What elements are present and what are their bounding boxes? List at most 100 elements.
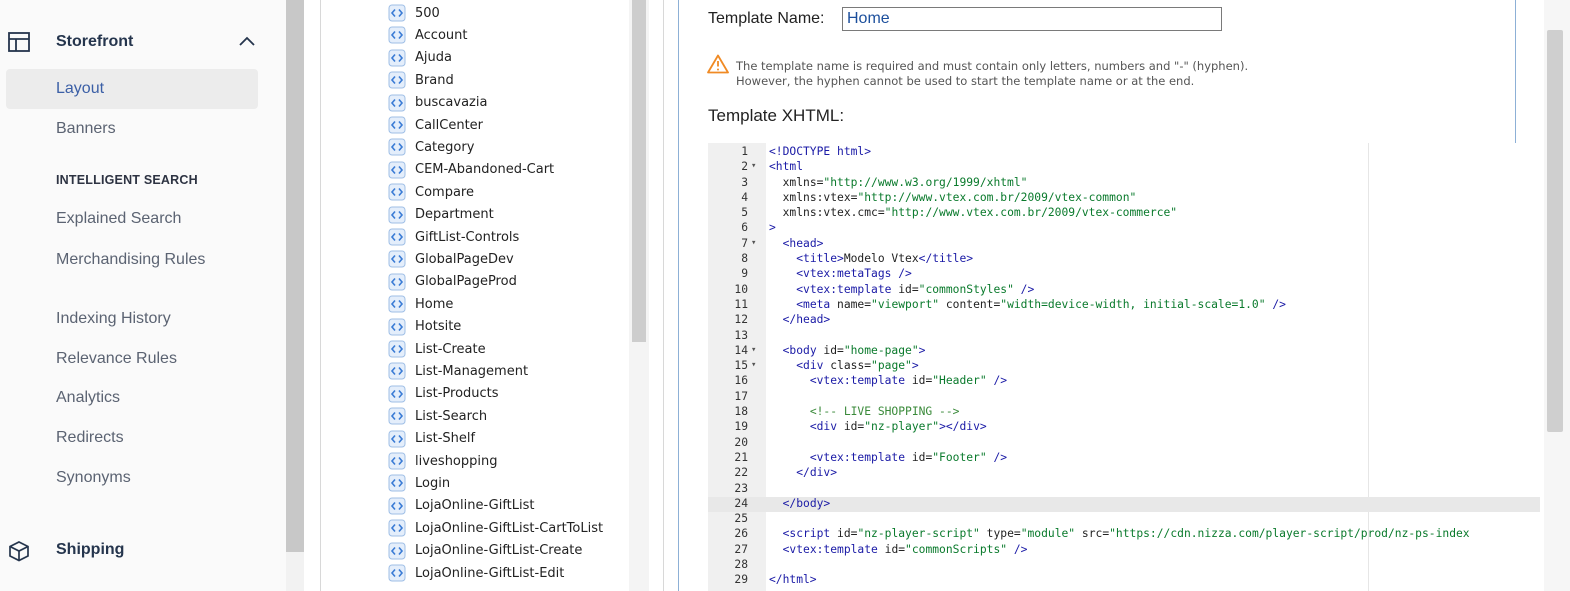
template-list-item[interactable]: GlobalPageProd	[388, 272, 517, 292]
code-editor[interactable]: 1 <!DOCTYPE html> 2 ▾ <html 3 xmlns="http://w…	[708, 143, 1540, 591]
template-list-item[interactable]: LojaOnline-GiftList-CartToList	[388, 518, 603, 538]
code-line[interactable]: 7 ▾ <head>	[708, 237, 1540, 252]
code-line[interactable]: 9 <vtex:metaTags />	[708, 267, 1540, 282]
template-list-item[interactable]: CEM-Abandoned-Cart	[388, 160, 554, 180]
code-text: >	[769, 221, 776, 234]
template-list-item[interactable]: Compare	[388, 182, 474, 202]
template-list-item[interactable]: Department	[388, 205, 494, 225]
code-file-icon	[388, 362, 406, 380]
template-xhtml-label: Template XHTML:	[708, 106, 845, 125]
template-list-item[interactable]: LojaOnline-GiftList	[388, 496, 535, 516]
code-line[interactable]: 4 xmlns:vtex="http://www.vtex.com.br/200…	[708, 191, 1540, 206]
code-line[interactable]: 28	[708, 558, 1540, 573]
template-list-item[interactable]: LojaOnline-GiftList-Create	[388, 541, 582, 561]
code-line[interactable]: 5 xmlns:vtex.cmc="http://www.vtex.com.br…	[708, 206, 1540, 221]
code-token: ></div>	[939, 420, 987, 434]
code-line[interactable]: 12 </head>	[708, 313, 1540, 328]
template-list-item[interactable]: 500	[388, 3, 440, 23]
code-line[interactable]: 6 >	[708, 221, 1540, 236]
code-line[interactable]: 29 </html>	[708, 573, 1540, 588]
code-line[interactable]: 15 ▾ <div class="page">	[708, 359, 1540, 374]
code-line[interactable]: 10 <vtex:template id="commonStyles" />	[708, 283, 1540, 298]
fold-toggle-icon[interactable]: ▾	[751, 345, 756, 355]
template-list-scrollbar-thumb[interactable]	[632, 0, 646, 342]
template-list-item-label: Home	[415, 296, 454, 312]
code-line[interactable]: 8 <title>Modelo Vtex</title>	[708, 252, 1540, 267]
sidebar-item-explained-search[interactable]: Explained Search	[56, 210, 181, 228]
template-list-item[interactable]: Hotsite	[388, 317, 461, 337]
template-list-item[interactable]: LojaOnline-GiftList-Edit	[388, 563, 564, 583]
fold-toggle-icon[interactable]: ▾	[751, 360, 756, 370]
sidebar-item-banners[interactable]: Banners	[56, 120, 116, 138]
code-line[interactable]: 1 <!DOCTYPE html>	[708, 145, 1540, 160]
template-list-item-label: LojaOnline-GiftList-Edit	[415, 565, 565, 581]
template-list-item[interactable]: CallCenter	[388, 115, 483, 135]
template-list-item[interactable]: Category	[388, 137, 474, 157]
code-line[interactable]: 21 <vtex:template id="Footer" />	[708, 451, 1540, 466]
template-list-item[interactable]: GlobalPageDev	[388, 249, 514, 269]
template-list-item-label: GlobalPageDev	[415, 251, 514, 267]
template-list-item[interactable]: liveshopping	[388, 451, 498, 471]
sidebar-item-indexing-history[interactable]: Indexing History	[56, 310, 171, 328]
code-line[interactable]: 11 <meta name="viewport" content="width=…	[708, 298, 1540, 313]
template-list-item[interactable]: List-Products	[388, 384, 499, 404]
code-line[interactable]: 18 <!-- LIVE SHOPPING -->	[708, 405, 1540, 420]
sidebar-item-analytics[interactable]: Analytics	[56, 389, 120, 407]
template-name-warning: The template name is required and must c…	[736, 59, 1248, 89]
code-line[interactable]: 26 <script id="nz-player-script" type="m…	[708, 527, 1540, 542]
sidebar-scrollbar-thumb[interactable]	[286, 0, 304, 552]
code-line[interactable]: 24 </body>	[708, 496, 1540, 513]
code-lines[interactable]: 1 <!DOCTYPE html> 2 ▾ <html 3 xmlns="http://w…	[708, 145, 1540, 589]
code-token: id=	[837, 527, 858, 541]
page-scrollbar-thumb[interactable]	[1547, 30, 1563, 432]
code-line[interactable]: 19 <div id="nz-player"></div>	[708, 420, 1540, 435]
code-line[interactable]: 13	[708, 329, 1540, 344]
chevron-up-icon[interactable]	[239, 36, 255, 46]
code-line[interactable]: 14 ▾ <body id="home-page">	[708, 344, 1540, 359]
template-list-item[interactable]: Ajuda	[388, 48, 452, 68]
template-name-input[interactable]	[842, 7, 1222, 31]
code-line[interactable]: 3 xmlns="http://www.w3.org/1999/xhtml"	[708, 176, 1540, 191]
code-token: "home-page"	[843, 343, 919, 357]
code-line[interactable]: 2 ▾ <html	[708, 160, 1540, 175]
template-list-item[interactable]: List-Management	[388, 361, 528, 381]
sidebar-item-relevance-rules[interactable]: Relevance Rules	[56, 350, 177, 368]
sidebar-item-merchandising-rules[interactable]: Merchandising Rules	[56, 250, 216, 269]
sidebar-section-shipping[interactable]: Shipping	[56, 541, 124, 559]
fold-toggle-icon[interactable]: ▾	[751, 238, 756, 248]
template-list-item[interactable]: List-Shelf	[388, 429, 475, 449]
code-line[interactable]: 22 </div>	[708, 466, 1540, 481]
sidebar-item-synonyms[interactable]: Synonyms	[56, 469, 131, 487]
line-number: 15	[734, 359, 748, 373]
code-line[interactable]: 27 <vtex:template id="commonScripts" />	[708, 543, 1540, 558]
code-token: </head>	[782, 313, 831, 327]
code-line[interactable]: 17	[708, 390, 1540, 405]
code-line[interactable]: 25	[708, 512, 1540, 527]
code-line[interactable]: 16 <vtex:template id="Header" />	[708, 374, 1540, 389]
line-number: 1	[741, 145, 748, 158]
template-list-item[interactable]: GiftList-Controls	[388, 227, 519, 247]
template-list-item[interactable]: Login	[388, 473, 450, 493]
template-list-item-label: Category	[415, 139, 475, 155]
template-list-item-label: Ajuda	[415, 50, 452, 66]
sidebar-item-redirects[interactable]: Redirects	[56, 429, 124, 447]
template-list-item-label: Department	[415, 207, 494, 223]
code-text: xmlns:vtex="http://www.vtex.com.br/2009/…	[769, 191, 1137, 204]
template-list-item[interactable]: Account	[388, 25, 468, 45]
code-line[interactable]: 23	[708, 482, 1540, 497]
template-list-item[interactable]: Home	[388, 294, 453, 314]
sidebar-section-storefront[interactable]: Storefront	[56, 33, 133, 51]
template-list-item[interactable]: List-Create	[388, 339, 486, 359]
sidebar-item-layout[interactable]: Layout	[56, 80, 104, 98]
code-file-icon	[388, 564, 406, 582]
template-list-item[interactable]: Brand	[388, 70, 454, 90]
template-list-item[interactable]: buscavazia	[388, 93, 487, 113]
template-list-item[interactable]: List-Search	[388, 406, 487, 426]
fold-toggle-icon[interactable]: ▾	[751, 161, 756, 171]
code-line[interactable]: 20	[708, 436, 1540, 451]
